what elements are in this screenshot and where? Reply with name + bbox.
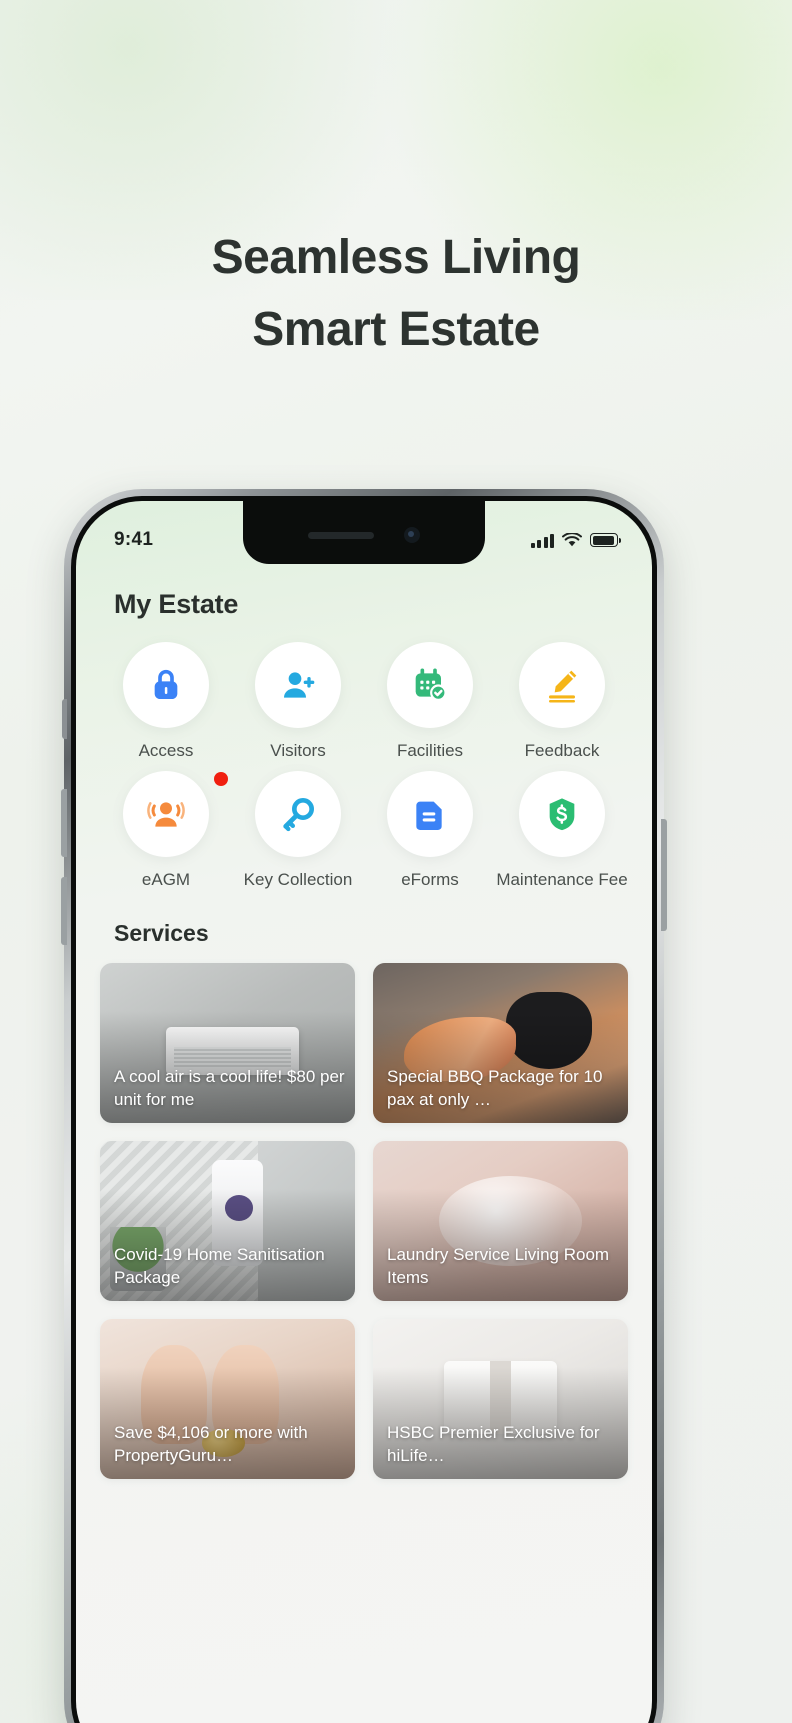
service-card-text: Laundry Service Living Room Items <box>387 1245 610 1287</box>
service-card-text: Special BBQ Package for 10 pax at only … <box>387 1067 603 1109</box>
quick-action-maintenance-fee[interactable]: Maintenance Fee <box>496 771 628 890</box>
page-title: My Estate <box>114 589 239 619</box>
services-section-title: Services <box>114 920 209 946</box>
quick-action-eagm[interactable]: eAGM <box>100 771 232 890</box>
services-card-grid: A cool air is a cool life! $80 per unit … <box>100 963 628 1479</box>
quick-action-key-collection[interactable]: Key Collection <box>232 771 364 890</box>
calendar-check-icon <box>415 668 447 701</box>
silent-switch[interactable] <box>62 699 67 739</box>
quick-action-icon-wrap <box>255 771 341 857</box>
service-card[interactable]: Special BBQ Package for 10 pax at only … <box>373 963 628 1123</box>
service-card-text: Save $4,106 or more with PropertyGuru… <box>114 1423 308 1465</box>
group-meeting-icon <box>147 802 185 827</box>
headline-line-2: Smart Estate <box>252 303 540 356</box>
quick-action-label: Facilities <box>396 741 464 760</box>
status-bar-time: 9:41 <box>114 529 154 550</box>
lock-icon <box>154 669 178 699</box>
power-button[interactable] <box>661 819 667 931</box>
quick-action-icon-wrap <box>123 771 209 857</box>
quick-actions-grid: Access Visitors Facilities Feedback eAGM… <box>100 642 628 890</box>
key-icon <box>283 798 314 832</box>
quick-action-icon-wrap <box>387 642 473 728</box>
status-bar: 9:41 <box>76 501 652 565</box>
document-icon <box>416 801 442 830</box>
quick-action-icon-wrap <box>123 642 209 728</box>
wifi-icon <box>562 532 582 546</box>
phone-mockup: 9:41 My Estate Access Visitors Facilitie… <box>61 489 667 1723</box>
volume-down-button[interactable] <box>61 877 67 945</box>
service-card[interactable]: A cool air is a cool life! $80 per unit … <box>100 963 355 1123</box>
pencil-edit-icon <box>549 670 577 703</box>
quick-action-label: Visitors <box>270 741 326 760</box>
person-add-icon <box>284 672 315 698</box>
quick-action-eforms[interactable]: eForms <box>364 771 496 890</box>
quick-action-label: Key Collection <box>243 870 353 889</box>
service-card-text: A cool air is a cool life! $80 per unit … <box>114 1067 345 1109</box>
notification-badge <box>214 772 228 786</box>
phone-screen: 9:41 My Estate Access Visitors Facilitie… <box>76 501 652 1723</box>
cellular-signal-icon <box>530 533 554 548</box>
quick-action-label: Access <box>138 741 194 760</box>
service-card[interactable]: Laundry Service Living Room Items <box>373 1141 628 1301</box>
marketing-headline: Seamless Living Smart Estate <box>0 222 792 366</box>
quick-action-icon-wrap <box>255 642 341 728</box>
quick-action-facilities[interactable]: Facilities <box>364 642 496 761</box>
quick-action-feedback[interactable]: Feedback <box>496 642 628 761</box>
battery-icon <box>590 533 621 547</box>
quick-action-label: Maintenance Fee <box>496 870 628 889</box>
status-bar-indicators <box>530 532 621 548</box>
headline-line-1: Seamless Living <box>211 231 581 284</box>
quick-action-icon-wrap <box>519 642 605 728</box>
quick-action-icon-wrap <box>387 771 473 857</box>
service-card[interactable]: HSBC Premier Exclusive for hiLife… <box>373 1319 628 1479</box>
price-tag-dollar-icon <box>549 798 575 831</box>
quick-action-label: Feedback <box>524 741 600 760</box>
quick-action-label: eAGM <box>141 870 191 889</box>
phone-bezel: 9:41 My Estate Access Visitors Facilitie… <box>71 496 657 1723</box>
service-card-text: Covid-19 Home Sanitisation Package <box>114 1245 325 1287</box>
app-content: My Estate Access Visitors Facilities Fee… <box>76 565 652 1723</box>
quick-action-visitors[interactable]: Visitors <box>232 642 364 761</box>
service-card[interactable]: Covid-19 Home Sanitisation Package <box>100 1141 355 1301</box>
quick-action-label: eForms <box>401 870 459 889</box>
volume-up-button[interactable] <box>61 789 67 857</box>
service-card[interactable]: Save $4,106 or more with PropertyGuru… <box>100 1319 355 1479</box>
service-card-text: HSBC Premier Exclusive for hiLife… <box>387 1423 600 1465</box>
quick-action-access[interactable]: Access <box>100 642 232 761</box>
quick-action-icon-wrap <box>519 771 605 857</box>
